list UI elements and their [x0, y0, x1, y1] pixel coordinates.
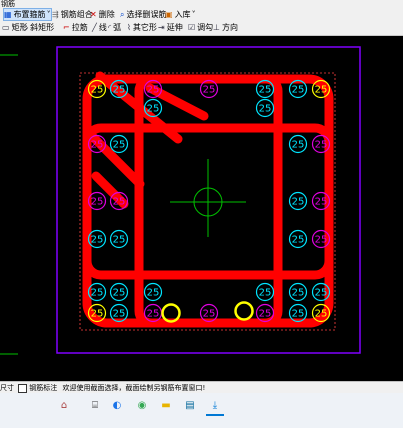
- window-title: 钢筋: [0, 0, 403, 8]
- toolbar2-item-6[interactable]: ⇥ 延伸: [158, 21, 183, 34]
- toolbar1-item-3[interactable]: ⌕ 选择删误筋: [120, 8, 166, 21]
- toolbar2-item-5[interactable]: ⌇ 其它形: [127, 21, 157, 34]
- rebar-diameter-label: 25: [147, 85, 160, 96]
- rebar-diameter-label: 25: [292, 309, 305, 320]
- status-message: 欢迎使用截面选择，截面绘制另钢筋布置窗口!: [62, 384, 206, 392]
- center-axis-icon: [170, 159, 246, 237]
- toolbar-label: 选择删误筋: [126, 10, 167, 19]
- rebar-diameter-label: 25: [91, 85, 104, 96]
- toolbar2-item-4[interactable]: ◜ 弧: [108, 21, 121, 34]
- toolbar2-item-3[interactable]: ╱ 线: [92, 21, 107, 34]
- rebar-diameter-label: 25: [113, 309, 126, 320]
- save-icon: ▣: [165, 10, 173, 19]
- toolbar-label: 方向: [221, 23, 238, 32]
- rebar-diameter-label: 25: [113, 140, 126, 151]
- building-app-icon[interactable]: ⌂: [55, 396, 73, 414]
- rebar-diameter-label: 25: [203, 309, 216, 320]
- rebar-diameter-label: 25: [91, 140, 104, 151]
- toolbar2-item-8[interactable]: ⊥ 方向: [213, 21, 238, 34]
- rebar-diameter-label: 25: [147, 288, 160, 299]
- toolbar-label: 调勾: [197, 23, 214, 32]
- rebar-diameter-label: 25: [292, 85, 305, 96]
- rebar-diameter-label: 25: [147, 104, 160, 115]
- rebar-combo-icon: ⇶: [52, 10, 59, 19]
- line-icon: ╱: [92, 23, 97, 32]
- hook-icon: ☑: [188, 23, 196, 32]
- delete-x-icon: ✕: [90, 10, 97, 19]
- rebar-diameter-label: 25: [292, 288, 305, 299]
- rebar-diameter-label: 25: [113, 197, 126, 208]
- rebar-diameter-label: 25: [259, 309, 272, 320]
- rebar-diameter-label: 25: [113, 288, 126, 299]
- toolbar-label: 弧: [113, 23, 122, 32]
- download-app-icon[interactable]: ⤓: [206, 396, 224, 416]
- rebar-diameter-label: 25: [292, 140, 305, 151]
- toolbar-label: 拉筋: [71, 23, 88, 32]
- rebar-diameter-label: 25: [113, 85, 126, 96]
- rebar-diameter-label: 25: [315, 288, 328, 299]
- search-icon: ⌕: [120, 9, 125, 19]
- rebar-group: 25 25 25 25 25 25 25 25 25 25 25 25 25 25 25 25 25 25 25 25…: [87, 79, 331, 323]
- tie-icon: ⌐: [63, 23, 70, 32]
- rebar-diameter-label: 25: [259, 85, 272, 96]
- toolbar-label: 线: [98, 23, 107, 32]
- rebar-diameter-label: 25: [113, 235, 126, 246]
- rebar-diameter-label: 25: [315, 309, 328, 320]
- taskbar: ⌂ ⌸ ◐ ◉ ▬ ▤ ⤓: [0, 393, 403, 428]
- rebar-label-checkbox[interactable]: [18, 383, 28, 393]
- folder-icon[interactable]: ▬: [157, 396, 175, 414]
- rebar-diameter-label: 25: [91, 288, 104, 299]
- rebar-diameter-label: 25: [315, 85, 328, 96]
- rebar-diameter-label: 25: [203, 85, 216, 96]
- toolbar1-item-2[interactable]: ✕ 删除: [90, 8, 115, 21]
- rebar-diameter-label: 25: [91, 309, 104, 320]
- section-drawing[interactable]: 25 25 25 25 25 25 25 25 25 25 25 25 25 25 25 25 25 25 25 25…: [0, 36, 403, 381]
- dropdown-arrow-icon: ˅: [46, 10, 51, 19]
- toolbar-label: 斜矩形: [30, 23, 55, 32]
- calculator-app-icon[interactable]: ▤: [181, 396, 199, 414]
- chrome-icon[interactable]: ◉: [133, 396, 151, 414]
- toolbar1-item-1[interactable]: ⇶ 钢筋组合: [52, 8, 93, 21]
- toolbar1-item-4[interactable]: ▣ 入库 ˅: [165, 8, 196, 21]
- toolbar-label: 入库: [174, 10, 191, 19]
- toolbar2-item-2[interactable]: ⌐ 拉筋: [63, 21, 88, 34]
- extend-icon: ⇥: [158, 23, 165, 32]
- toolbar-primary: ▦ 布置箍筋 ˅ ⇶ 钢筋组合 ✕ 删除 ⌕ 选择删误筋 ▣ 入库 ˅: [0, 8, 403, 22]
- rebar-diameter-label: 25: [292, 197, 305, 208]
- arc-icon: ◜: [108, 23, 112, 32]
- toolbar-label: 钢筋组合: [60, 10, 93, 19]
- direction-icon: ⊥: [213, 23, 220, 32]
- checkbox-label: 钢筋标注: [29, 384, 58, 392]
- selected-bar-marker: [234, 301, 254, 321]
- diamond-icon: ◇: [22, 23, 29, 32]
- edge-browser-icon[interactable]: ◐: [108, 396, 126, 414]
- shape-icon: ⌇: [127, 23, 131, 32]
- toolbar-label: 延伸: [166, 23, 183, 32]
- rebar-diameter-label: 25: [147, 309, 160, 320]
- rebar-diameter-label: 25: [292, 235, 305, 246]
- toolbar2-item-7[interactable]: ☑ 调勾: [188, 21, 213, 34]
- drawing-canvas[interactable]: 25 25 25 25 25 25 25 25 25 25 25 25 25 25 25 25 25 25 25 25…: [0, 36, 403, 381]
- status-left-text: 尺寸: [0, 384, 14, 392]
- rebar-diameter-label: 25: [315, 235, 328, 246]
- toolbar1-item-0[interactable]: ▦ 布置箍筋 ˅: [3, 8, 52, 21]
- dropdown-arrow-icon: ˅: [191, 10, 196, 19]
- rebar-diameter-label: 25: [315, 140, 328, 151]
- grid-icon: ▦: [4, 10, 12, 19]
- toolbar-label: 布置箍筋: [13, 10, 46, 19]
- toolbar-secondary: ▭ 矩形 ◇ 斜矩形 ⌐ 拉筋 ╱ 线 ◜ 弧 ⌇ 其它形 ⇥ 延伸 ☑ 调勾 ⊥ 方向: [0, 21, 403, 36]
- file-explorer-icon[interactable]: ⌸: [86, 396, 104, 414]
- rebar-diameter-label: 25: [259, 288, 272, 299]
- toolbar-label: 其它形: [132, 23, 157, 32]
- toolbar2-item-1[interactable]: ◇ 斜矩形: [22, 21, 54, 34]
- rebar-diameter-label: 25: [315, 197, 328, 208]
- rebar-diameter-label: 25: [91, 197, 104, 208]
- rebar-diameter-label: 25: [91, 235, 104, 246]
- rect-icon: ▭: [2, 23, 10, 32]
- toolbar-label: 删除: [98, 10, 115, 19]
- rebar-diameter-label: 25: [259, 104, 272, 115]
